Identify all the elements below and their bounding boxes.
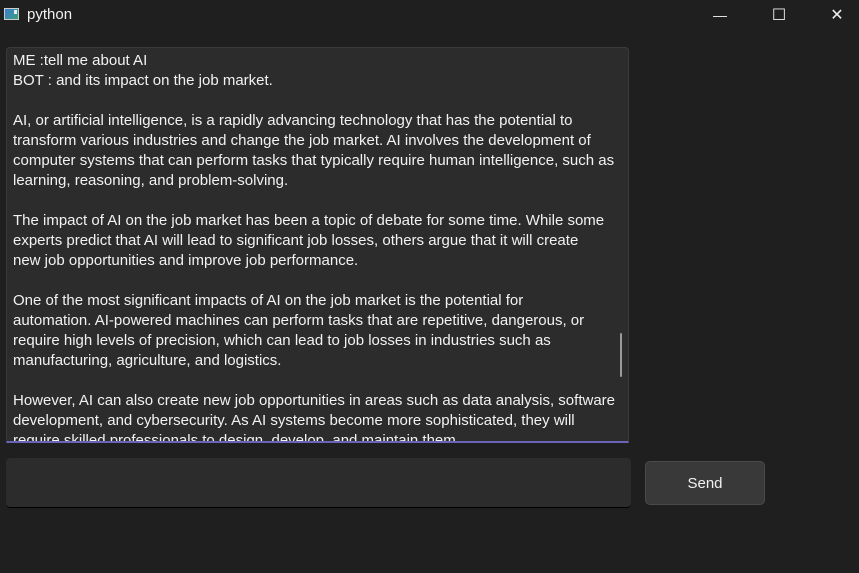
chat-line: computer systems that can perform tasks … <box>13 152 615 169</box>
chat-line: The impact of AI on the job market has b… <box>13 212 605 229</box>
send-button[interactable]: Send <box>645 461 765 505</box>
chat-line: BOT : and its impact on the job market. <box>13 72 273 89</box>
chat-line: new job opportunities and improve job pe… <box>13 252 359 269</box>
chat-display[interactable]: ME :tell me about AI BOT : and its impact… <box>6 47 629 443</box>
close-button[interactable]: ✕ <box>814 0 859 30</box>
title-bar: python — ☐ ✕ <box>0 0 859 30</box>
chat-line: automation. AI-powered machines can perf… <box>13 312 585 329</box>
message-input[interactable] <box>6 458 631 508</box>
chat-line: However, AI can also create new job oppo… <box>13 392 615 409</box>
minimize-button[interactable]: — <box>697 0 743 30</box>
chat-line: AI, or artificial intelligence, is a rap… <box>13 112 573 129</box>
app-icon <box>4 8 19 20</box>
chat-line <box>13 371 612 391</box>
chat-line: manufacturing, agriculture, and logistic… <box>13 352 282 369</box>
chat-line: require high levels of precision, which … <box>13 332 551 349</box>
chat-line: require skilled professionals to design,… <box>13 432 460 443</box>
chat-line: development, and cybersecurity. As AI sy… <box>13 412 575 429</box>
chat-line: experts predict that AI will lead to sig… <box>13 232 579 249</box>
chat-text: ME :tell me about AI BOT : and its impact… <box>13 51 615 443</box>
maximize-button[interactable]: ☐ <box>756 0 802 30</box>
window-title: python <box>27 6 73 23</box>
chat-line: transform various industries and change … <box>13 132 591 149</box>
chat-line <box>13 271 612 291</box>
chat-line: ME :tell me about AI <box>13 52 148 69</box>
chat-line: One of the most significant impacts of A… <box>13 292 524 309</box>
scrollbar[interactable] <box>620 333 622 377</box>
chat-line <box>13 91 612 111</box>
chat-line: learning, reasoning, and problem-solving… <box>13 172 289 189</box>
chat-line <box>13 191 612 211</box>
